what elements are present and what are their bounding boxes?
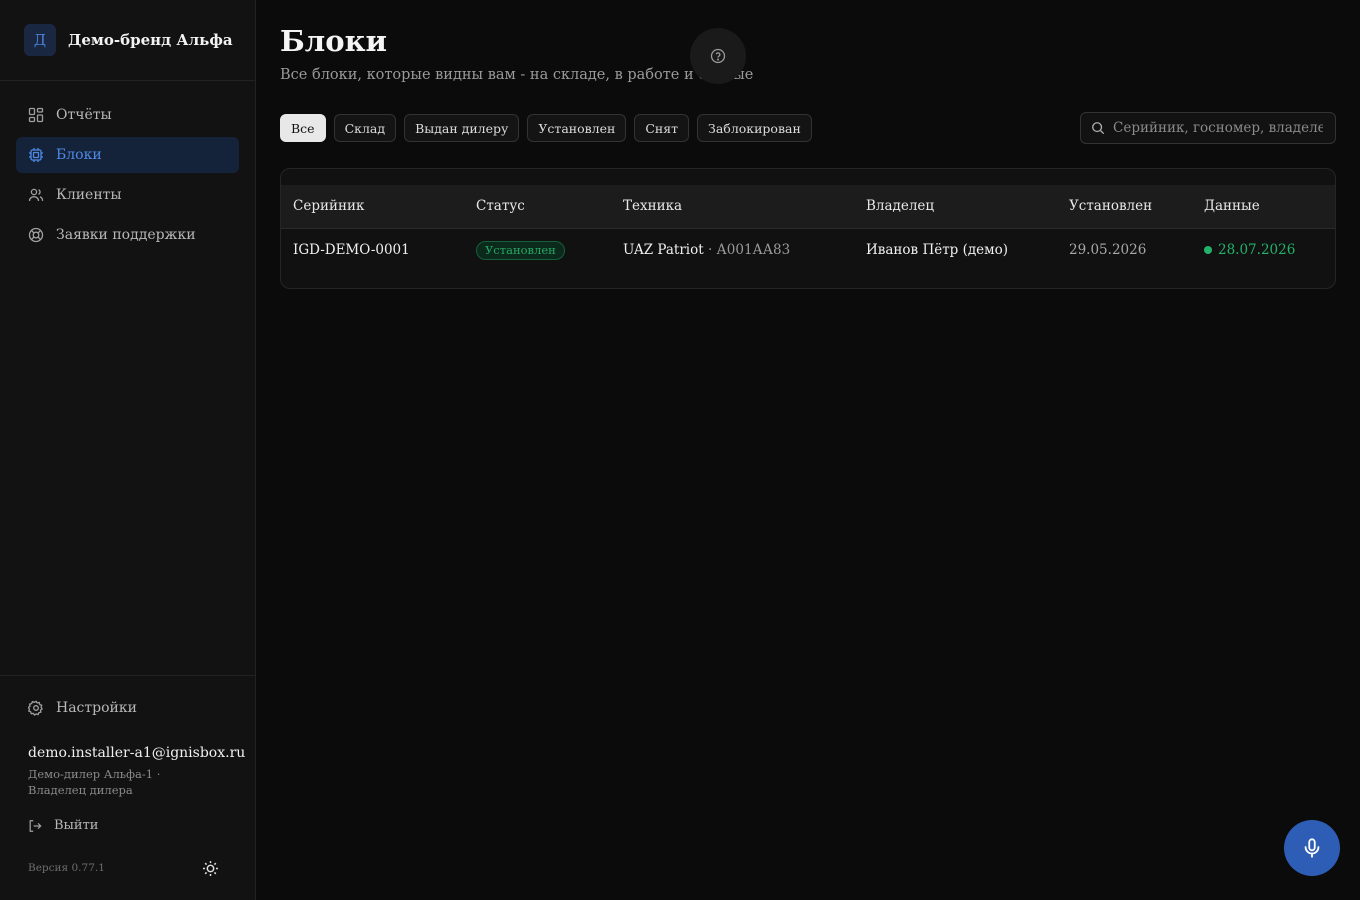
help-button[interactable] xyxy=(690,28,746,84)
brand-logo: Д xyxy=(24,24,56,56)
users-icon xyxy=(28,188,44,202)
microphone-icon xyxy=(1304,838,1320,858)
filter-installed[interactable]: Установлен xyxy=(527,114,627,142)
sidebar-item-support[interactable]: Заявки поддержки xyxy=(16,217,239,253)
column-header-status[interactable]: Статус xyxy=(476,198,525,214)
sidebar-nav: Отчёты Блоки Клиенты Заявки поддержки xyxy=(0,81,255,253)
logout-icon xyxy=(29,819,42,832)
table-header: Серийник Статус Техника Владелец Установ… xyxy=(281,185,1335,229)
sidebar-footer: Настройки demo.installer-a1@ignisbox.ru … xyxy=(0,675,255,900)
sidebar-item-label: Отчёты xyxy=(56,107,112,123)
filter-issued-to-dealer[interactable]: Выдан дилеру xyxy=(404,114,520,142)
status-badge: Установлен xyxy=(476,241,565,260)
sun-icon[interactable] xyxy=(202,860,219,877)
cell-installed-date: 29.05.2026 xyxy=(1069,242,1147,258)
dashboard-icon xyxy=(28,107,44,123)
sidebar-item-reports[interactable]: Отчёты xyxy=(16,97,239,133)
sidebar-item-clients[interactable]: Клиенты xyxy=(16,177,239,213)
cell-data: 28.07.2026 xyxy=(1204,242,1295,258)
chip-icon xyxy=(29,148,43,162)
lifebuoy-icon xyxy=(28,227,44,243)
cell-vehicle: UAZ Patriot · А001АА83 xyxy=(623,242,790,258)
settings-link[interactable]: Настройки xyxy=(28,700,137,716)
cell-serial: IGD-DEMO-0001 xyxy=(293,242,410,258)
cell-status: Установлен xyxy=(476,241,565,260)
brand-header: Д Демо-бренд Альфа xyxy=(0,0,255,81)
page-title: Блоки xyxy=(280,24,388,58)
blocks-table: Серийник Статус Техника Владелец Установ… xyxy=(280,168,1336,289)
user-email: demo.installer-a1@ignisbox.ru xyxy=(28,745,246,761)
voice-input-button[interactable] xyxy=(1284,820,1340,876)
data-freshness: 28.07.2026 xyxy=(1204,242,1295,258)
logout-button[interactable]: Выйти xyxy=(28,818,98,833)
status-filters: Все Склад Выдан дилеру Установлен Снят З… xyxy=(280,114,820,142)
filter-removed[interactable]: Снят xyxy=(634,114,690,142)
logout-label: Выйти xyxy=(54,818,99,833)
vehicle-model: UAZ Patriot xyxy=(623,242,704,258)
app-version: Версия 0.77.1 xyxy=(28,862,105,874)
search-box xyxy=(1080,112,1336,144)
gear-icon xyxy=(28,700,43,716)
vehicle-plate: · А001АА83 xyxy=(707,242,791,258)
column-header-installed[interactable]: Установлен xyxy=(1069,198,1152,214)
search-icon xyxy=(1092,122,1105,135)
data-date: 28.07.2026 xyxy=(1218,242,1296,258)
sidebar: Д Демо-бренд Альфа Отчёты Блоки Клиенты … xyxy=(0,0,256,900)
column-header-data[interactable]: Данные xyxy=(1204,198,1260,214)
sidebar-item-label: Клиенты xyxy=(56,187,122,203)
sidebar-item-blocks[interactable]: Блоки xyxy=(16,137,239,173)
page-subtitle: Все блоки, которые видны вам - на складе… xyxy=(280,67,754,83)
column-header-vehicle[interactable]: Техника xyxy=(623,198,682,214)
user-role: Демо-дилер Альфа-1 · Владелец дилера xyxy=(28,767,161,797)
brand-name: Демо-бренд Альфа xyxy=(68,31,233,49)
filter-all[interactable]: Все xyxy=(280,114,326,142)
sidebar-item-label: Заявки поддержки xyxy=(56,227,196,243)
filter-blocked[interactable]: Заблокирован xyxy=(697,114,812,142)
filter-warehouse[interactable]: Склад xyxy=(333,114,397,142)
search-input[interactable] xyxy=(1113,120,1323,136)
column-header-owner[interactable]: Владелец xyxy=(866,198,934,214)
status-dot xyxy=(1204,246,1212,254)
settings-label: Настройки xyxy=(56,700,137,716)
column-header-serial[interactable]: Серийник xyxy=(293,198,364,214)
cell-owner: Иванов Пётр (демо) xyxy=(866,242,1009,258)
help-icon xyxy=(710,48,726,64)
table-row[interactable]: IGD-DEMO-0001 Установлен UAZ Patriot · А… xyxy=(281,229,1335,273)
sidebar-item-label: Блоки xyxy=(56,147,102,163)
